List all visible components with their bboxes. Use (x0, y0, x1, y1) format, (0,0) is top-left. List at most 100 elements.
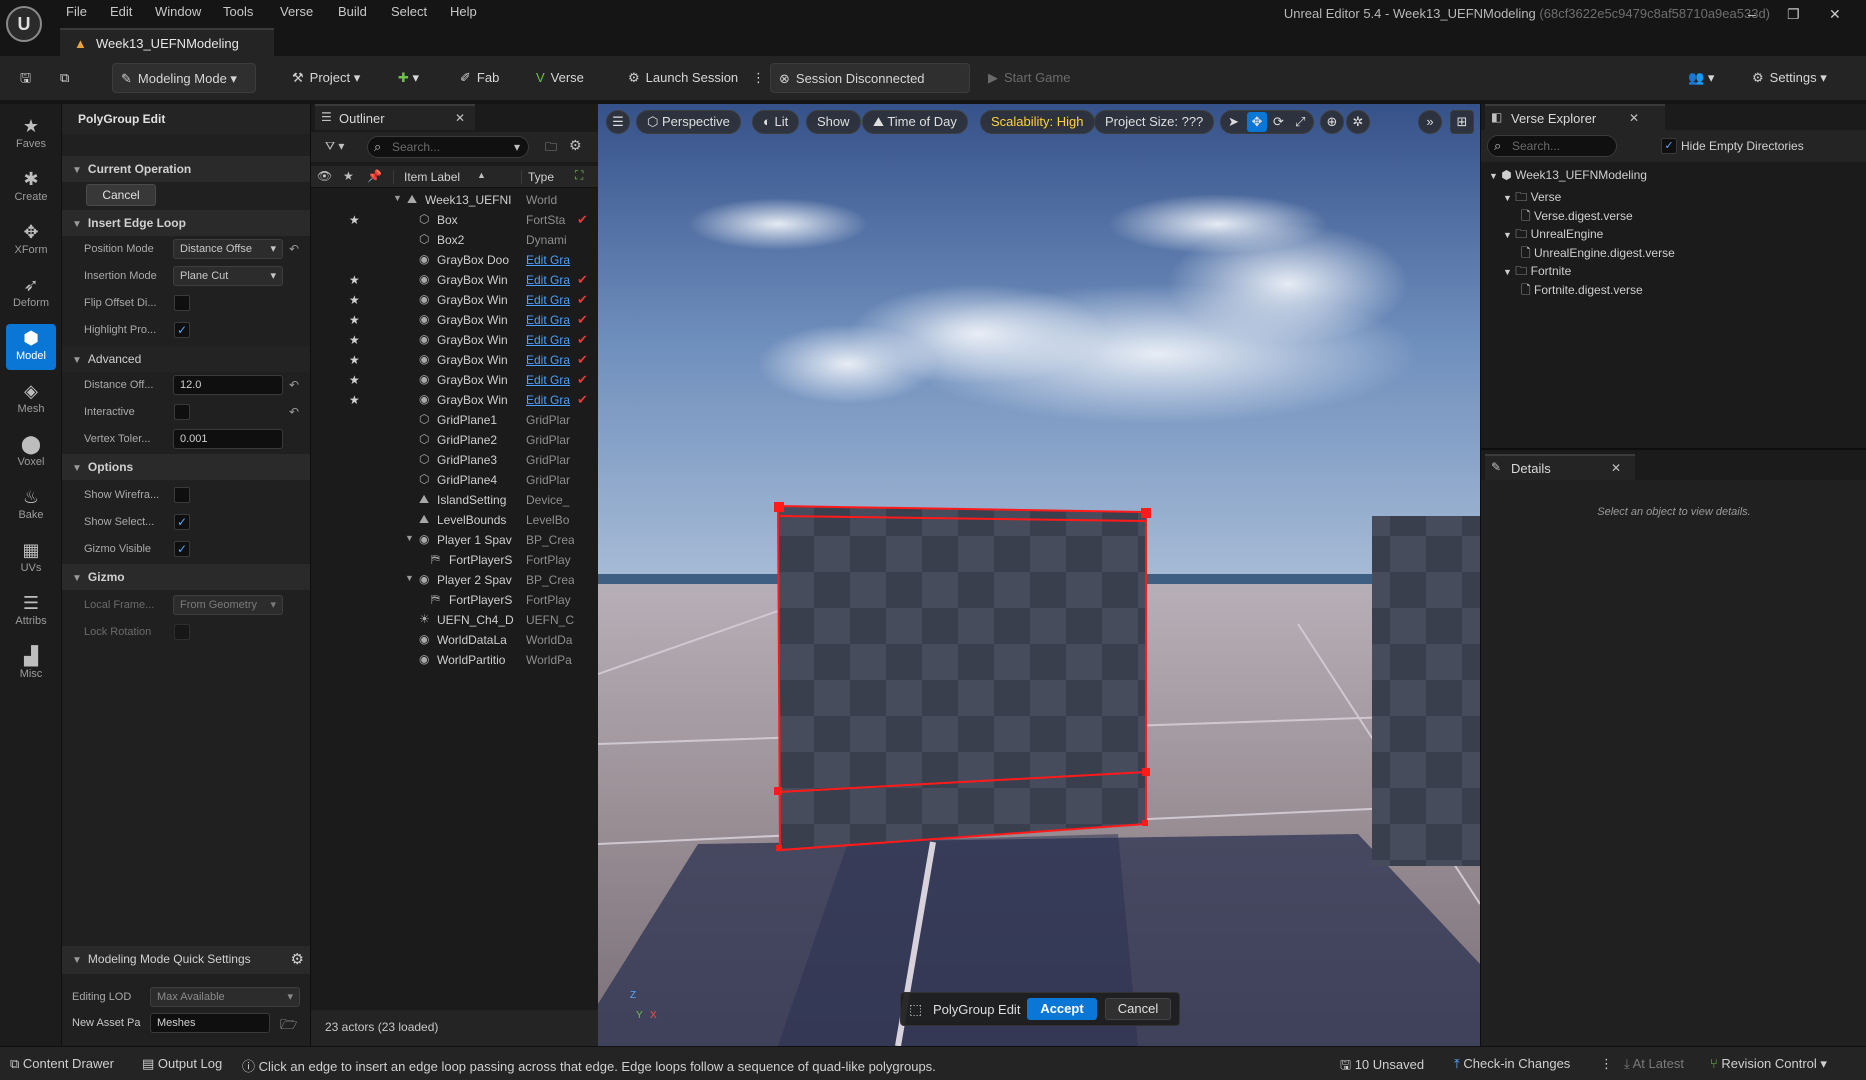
unreal-logo-icon[interactable]: U (6, 6, 42, 42)
minimize-button[interactable]: – (1748, 6, 1756, 22)
mode-uvs[interactable]: ▦ UVs (6, 536, 56, 582)
mode-model[interactable]: ⬢ Model (6, 324, 56, 370)
reset-icon[interactable]: ↶ (289, 405, 299, 419)
outliner-row[interactable]: ▼ ◉ Player 1 Spav BP_Crea (311, 530, 599, 550)
project-size-button[interactable]: Project Size: ??? (1094, 110, 1215, 134)
show-button[interactable]: Show (806, 110, 861, 134)
outliner-row[interactable]: ⛿ FortPlayerS FortPlay (311, 590, 599, 610)
menu-tools[interactable]: Tools (223, 4, 253, 19)
surface-snap-icon[interactable]: ✲ (1346, 110, 1370, 134)
actor-type[interactable]: Edit Gra (526, 253, 574, 267)
gizmo-visible-checkbox[interactable]: ✓ (174, 541, 190, 557)
viewport-menu-button[interactable]: ☰ (606, 110, 630, 134)
verse-explorer-tab[interactable]: ◧ Verse Explorer ✕ (1485, 104, 1665, 130)
column-options-icon[interactable]: ⛶ (575, 168, 583, 183)
accept-button[interactable]: Accept (1027, 998, 1097, 1020)
outliner-row[interactable]: ◉ WorldDataLa WorldDa (311, 630, 599, 650)
favorite-star-icon[interactable]: ★ (349, 353, 360, 367)
outliner-row[interactable]: ★ ◉ GrayBox Win Edit Gra ✔ (311, 310, 599, 330)
section-insert-edge-loop[interactable]: ▼ Insert Edge Loop (62, 210, 310, 236)
show-selection-checkbox[interactable]: ✓ (174, 514, 190, 530)
close-icon[interactable]: ✕ (1629, 111, 1639, 125)
outliner-tab[interactable]: ☰ Outliner ✕ (315, 104, 475, 130)
folder-icon[interactable]: 🗁 (280, 1014, 297, 1038)
menu-help[interactable]: Help (450, 4, 477, 19)
highlight-checkbox[interactable]: ✓ (174, 322, 190, 338)
chevron-down-icon[interactable]: ▼ (393, 193, 402, 203)
level-viewport[interactable]: ☰ ⬡ Perspective ◐ Lit Show ⛰ Time of Day… (598, 104, 1480, 1046)
lock-rotation-checkbox[interactable] (174, 624, 190, 640)
mode-faves[interactable]: ★ Faves (6, 112, 56, 158)
actor-type[interactable]: Edit Gra (526, 393, 574, 407)
outliner-row[interactable]: ★ ◉ GrayBox Win Edit Gra ✔ (311, 370, 599, 390)
output-log-button[interactable]: ▤ Output Log (142, 1056, 222, 1072)
mode-bake[interactable]: ♨ Bake (6, 483, 56, 529)
content-drawer-button[interactable]: ⧉ Content Drawer (10, 1056, 114, 1072)
outliner-row[interactable]: ★ ⬡ Box FortSta ✔ (311, 210, 599, 230)
actor-type[interactable]: Edit Gra (526, 313, 574, 327)
section-options[interactable]: ▼ Options (62, 454, 310, 480)
menu-file[interactable]: File (66, 4, 87, 19)
menu-window[interactable]: Window (155, 4, 201, 19)
reset-icon[interactable]: ↶ (289, 242, 299, 256)
mode-attribs[interactable]: ☰ Attribs (6, 589, 56, 635)
menu-build[interactable]: Build (338, 4, 367, 19)
outliner-row[interactable]: ⬡ GridPlane3 GridPlar (311, 450, 599, 470)
outliner-row[interactable]: ⬡ GridPlane1 GridPlar (311, 410, 599, 430)
save-icon[interactable]: 🖫 (12, 63, 39, 93)
close-icon[interactable]: ✕ (1611, 461, 1621, 475)
favorite-star-icon[interactable]: ★ (349, 273, 360, 287)
cancel-operation-button[interactable]: Cancel (86, 184, 156, 206)
section-quick-settings[interactable]: ▼ Modeling Mode Quick Settings ⚙ (62, 946, 310, 974)
section-current-operation[interactable]: ▼ Current Operation (62, 156, 310, 182)
add-actor-button[interactable]: ✚ ▾ (390, 63, 427, 93)
more-options-icon[interactable]: ⋮ (1600, 1056, 1613, 1072)
outliner-row[interactable]: ▼ ⛰ Week13_UEFNI World (311, 190, 599, 210)
flip-offset-checkbox[interactable] (174, 295, 190, 311)
mode-misc[interactable]: ▟ Misc (6, 642, 56, 688)
outliner-row[interactable]: ★ ◉ GrayBox Win Edit Gra ✔ (311, 290, 599, 310)
actor-type[interactable]: Edit Gra (526, 333, 574, 347)
favorite-star-icon[interactable]: ★ (349, 393, 360, 407)
menu-select[interactable]: Select (391, 4, 427, 19)
outliner-row[interactable]: ★ ◉ GrayBox Win Edit Gra ✔ (311, 270, 599, 290)
menu-edit[interactable]: Edit (110, 4, 132, 19)
chevron-down-icon[interactable]: ▼ (405, 533, 414, 543)
world-space-icon[interactable]: ⊕ (1320, 110, 1344, 134)
close-icon[interactable]: ✕ (455, 111, 465, 125)
filter-icon[interactable]: ⛛ ▾ (325, 139, 344, 154)
modeling-mode-dropdown[interactable]: ✎ Modeling Mode ▾ (112, 63, 256, 93)
details-tab[interactable]: ✎ Details ✕ (1485, 454, 1635, 480)
rotate-icon[interactable]: ⟳ (1273, 111, 1284, 133)
gear-icon[interactable]: ⚙ (291, 950, 304, 968)
column-type[interactable]: Type (521, 170, 554, 184)
favorite-star-icon[interactable]: ★ (349, 333, 360, 347)
scale-icon[interactable]: ⤢ (1295, 111, 1305, 133)
mode-mesh[interactable]: ◈ Mesh (6, 377, 56, 423)
mode-voxel[interactable]: ⬤ Voxel (6, 430, 56, 476)
editing-lod-dropdown[interactable]: Max Available ▾ (150, 987, 300, 1007)
collaborators-button[interactable]: 👥 ▾ (1680, 63, 1722, 93)
outliner-row[interactable]: ★ ◉ GrayBox Win Edit Gra ✔ (311, 390, 599, 410)
outliner-row[interactable]: ⛰ LevelBounds LevelBo (311, 510, 599, 530)
hide-empty-checkbox[interactable]: ✓ (1661, 138, 1677, 154)
interactive-checkbox[interactable] (174, 404, 190, 420)
visibility-icon[interactable]: 👁 (317, 169, 332, 183)
gear-icon[interactable]: ⚙ (569, 137, 582, 154)
section-advanced[interactable]: ▼ Advanced (62, 346, 310, 372)
translate-icon[interactable]: ✥ (1247, 112, 1267, 132)
actor-type[interactable]: Edit Gra (526, 373, 574, 387)
scalability-button[interactable]: Scalability: High (980, 110, 1095, 134)
fab-button[interactable]: ✐ Fab (452, 63, 507, 93)
insertion-mode-dropdown[interactable]: Plane Cut ▾ (173, 266, 283, 286)
chevron-down-icon[interactable]: ▼ (405, 573, 414, 583)
time-of-day-button[interactable]: ⛰ Time of Day (862, 110, 968, 134)
favorite-star-icon[interactable]: ★ (349, 373, 360, 387)
star-icon[interactable]: ★ (343, 169, 354, 183)
favorite-star-icon[interactable]: ★ (349, 293, 360, 307)
vertex-tolerance-input[interactable]: 0.001 (173, 429, 283, 449)
add-folder-icon[interactable]: 🗀 (545, 138, 557, 159)
outliner-row[interactable]: ★ ◉ GrayBox Win Edit Gra ✔ (311, 350, 599, 370)
layout-icon[interactable]: ⊞ (1450, 110, 1474, 134)
actor-type[interactable]: Edit Gra (526, 293, 574, 307)
